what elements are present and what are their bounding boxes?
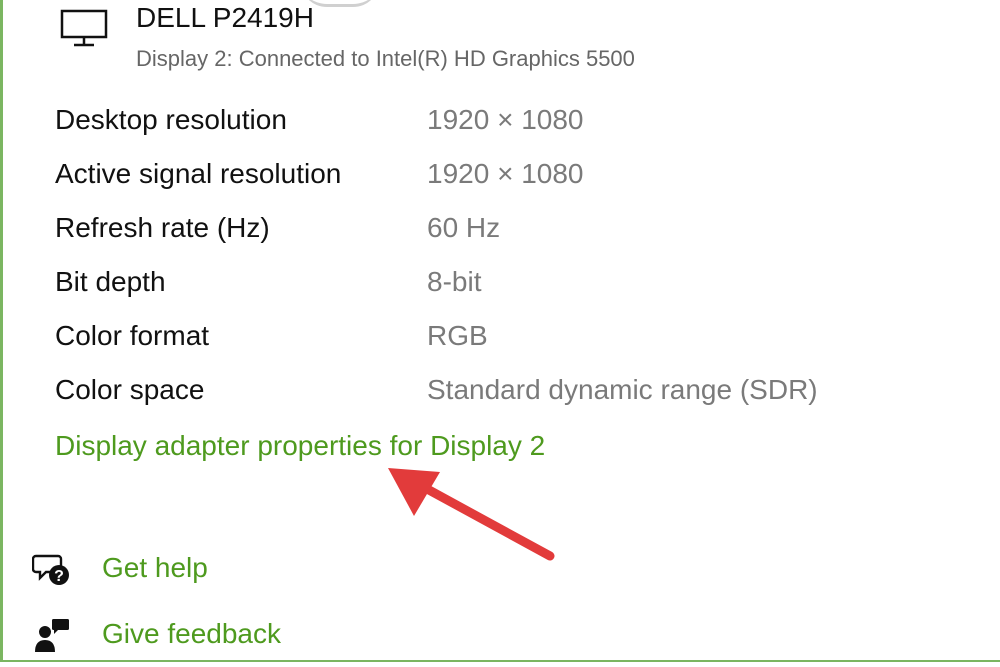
property-label: Active signal resolution <box>55 158 342 189</box>
property-value: 8-bit <box>427 266 482 297</box>
property-row-desktop-resolution: Desktop resolution 1920 × 1080 <box>55 104 955 158</box>
display-properties-list: Desktop resolution 1920 × 1080 Active si… <box>55 104 955 428</box>
monitor-connection-info: Display 2: Connected to Intel(R) HD Grap… <box>136 46 635 71</box>
property-value: 60 Hz <box>427 212 501 243</box>
window-border-bottom <box>0 660 1000 662</box>
feedback-person-icon <box>32 616 72 656</box>
property-value: Standard dynamic range (SDR) <box>427 374 818 405</box>
property-row-color-format: Color format RGB <box>55 320 955 374</box>
property-label: Refresh rate (Hz) <box>55 212 270 243</box>
svg-text:?: ? <box>54 568 64 585</box>
property-value: RGB <box>427 320 488 351</box>
monitor-name: DELL P2419H <box>136 2 314 33</box>
property-value: 1920 × 1080 <box>427 104 584 135</box>
property-label: Desktop resolution <box>55 104 287 135</box>
property-value: 1920 × 1080 <box>427 158 584 189</box>
property-row-active-signal-resolution: Active signal resolution 1920 × 1080 <box>55 158 955 212</box>
property-row-bit-depth: Bit depth 8-bit <box>55 266 955 320</box>
give-feedback-link[interactable]: Give feedback <box>32 614 432 658</box>
property-row-refresh-rate: Refresh rate (Hz) 60 Hz <box>55 212 955 266</box>
give-feedback-label: Give feedback <box>102 618 281 649</box>
property-label: Color format <box>55 320 210 351</box>
help-chat-icon: ? <box>31 550 72 590</box>
property-label: Color space <box>55 374 205 405</box>
monitor-icon <box>60 8 110 48</box>
window-border-left <box>0 0 3 660</box>
get-help-label: Get help <box>102 552 208 583</box>
property-row-color-space: Color space Standard dynamic range (SDR) <box>55 374 955 428</box>
get-help-link[interactable]: ? Get help <box>31 548 432 592</box>
property-label: Bit depth <box>55 266 166 297</box>
